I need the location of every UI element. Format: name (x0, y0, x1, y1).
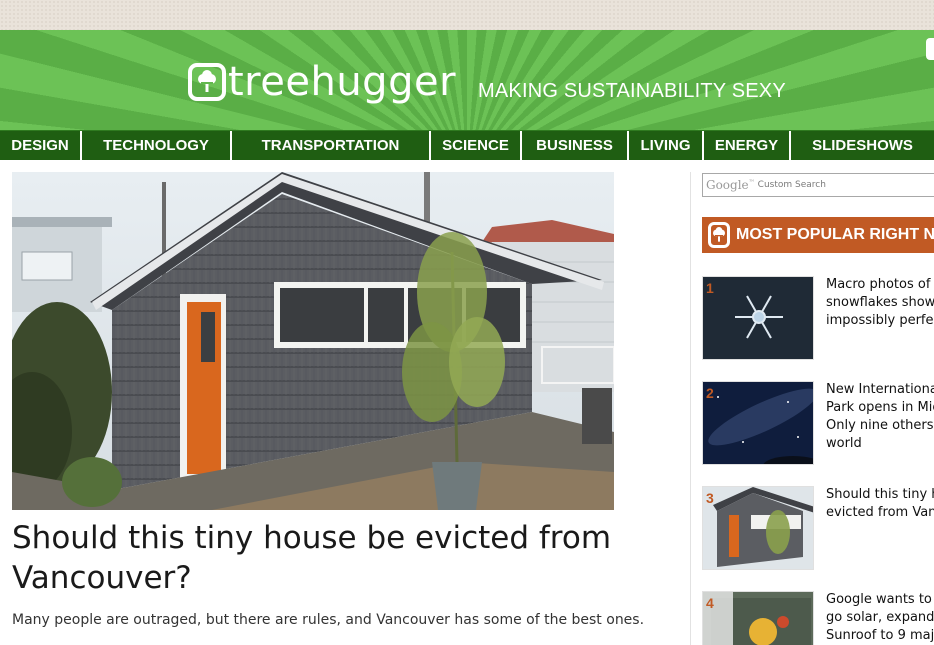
popular-item-title[interactable]: New International Park opens in Mic Only… (826, 381, 934, 453)
site-tagline: MAKING SUSTAINABILITY SEXY (478, 80, 786, 102)
article-headline[interactable]: Should this tiny house be evicted from V… (12, 518, 652, 598)
nav-living[interactable]: LIVING (629, 131, 704, 160)
nav-science[interactable]: SCIENCE (431, 131, 522, 160)
popular-item-title[interactable]: Should this tiny h evicted from Van (826, 486, 934, 522)
popular-item-number: 2 (706, 385, 714, 401)
popular-item-thumbnail[interactable] (702, 486, 814, 570)
search-placeholder: Custom Search (757, 180, 826, 190)
popular-item-title[interactable]: Macro photos of snowflakes show impossib… (826, 276, 934, 330)
site-logo[interactable]: treehugger (188, 62, 456, 102)
header-corner-widget[interactable] (926, 38, 934, 60)
popular-item-number: 3 (706, 490, 714, 506)
most-popular-title: MOST POPULAR RIGHT NOW (736, 226, 934, 243)
nav-transportation[interactable]: TRANSPORTATION (232, 131, 431, 160)
most-popular-header: MOST POPULAR RIGHT NOW (702, 217, 934, 253)
logo-wordmark: treehugger (228, 59, 457, 105)
nav-design[interactable]: DESIGN (0, 131, 82, 160)
popular-item-thumbnail[interactable] (702, 276, 814, 360)
article-hero-image[interactable] (12, 172, 614, 510)
tree-logo-icon (708, 222, 730, 248)
popular-item-number: 4 (706, 595, 714, 611)
site-header: treehugger MAKING SUSTAINABILITY SEXY (0, 30, 934, 130)
google-brand-label: Google™ (706, 178, 755, 192)
main-nav: DESIGN TECHNOLOGY TRANSPORTATION SCIENCE… (0, 130, 934, 160)
top-background-strip (0, 0, 934, 30)
nav-technology[interactable]: TECHNOLOGY (82, 131, 232, 160)
sidebar-divider (690, 172, 691, 645)
popular-item-thumbnail[interactable] (702, 591, 814, 645)
popular-item-thumbnail[interactable] (702, 381, 814, 465)
tree-logo-icon (188, 63, 226, 101)
article-dek: Many people are outraged, but there are … (12, 612, 645, 628)
popular-item-title[interactable]: Google wants to h go solar, expands Sunr… (826, 591, 934, 645)
nav-business[interactable]: BUSINESS (522, 131, 629, 160)
nav-energy[interactable]: ENERGY (704, 131, 791, 160)
google-custom-search-input[interactable]: Google™ Custom Search (702, 173, 934, 197)
nav-slideshows[interactable]: SLIDESHOWS (791, 131, 934, 160)
popular-item-number: 1 (706, 280, 714, 296)
